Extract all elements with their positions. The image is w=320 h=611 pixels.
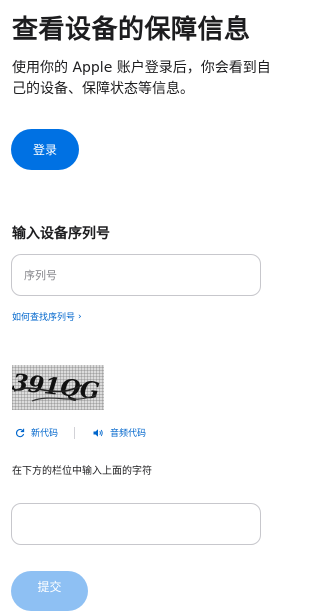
audio-code-button[interactable]: 音频代码 <box>93 426 146 439</box>
find-serial-link-label: 如何查找序列号 <box>12 313 76 323</box>
captcha-instruction: 在下方的栏位中输入上面的字符 <box>12 466 152 477</box>
new-code-button[interactable]: 新代码 <box>15 426 58 439</box>
captcha-glyphs: 391QG <box>12 369 101 405</box>
audio-code-label: 音频代码 <box>110 429 147 439</box>
sign-in-button[interactable]: 登录 <box>11 129 79 170</box>
refresh-icon <box>15 428 25 437</box>
captcha-input[interactable] <box>11 503 261 545</box>
serial-section-heading: 输入设备序列号 <box>12 226 110 242</box>
serial-number-input[interactable] <box>11 254 261 296</box>
page-title: 查看设备的保障信息 <box>12 15 251 45</box>
new-code-label: 新代码 <box>31 429 59 439</box>
captcha-actions: 新代码 音频代码 <box>15 426 146 439</box>
intro-text: 使用你的 Apple 账户登录后，你会看到自己的设备、保障状态等信息。 <box>12 60 271 97</box>
captcha-text: 391QG <box>12 369 101 405</box>
coverage-check-page: 查看设备的保障信息 使用你的 Apple 账户登录后，你会看到自己的设备、保障状… <box>0 0 300 611</box>
captcha-image: 391QG <box>12 365 104 410</box>
actions-divider <box>74 426 76 439</box>
speaker-icon <box>93 428 103 437</box>
find-serial-link[interactable]: 如何查找序列号 › <box>12 310 82 324</box>
submit-button[interactable]: 提交 <box>11 571 88 611</box>
chevron-right-icon: › <box>78 311 82 322</box>
